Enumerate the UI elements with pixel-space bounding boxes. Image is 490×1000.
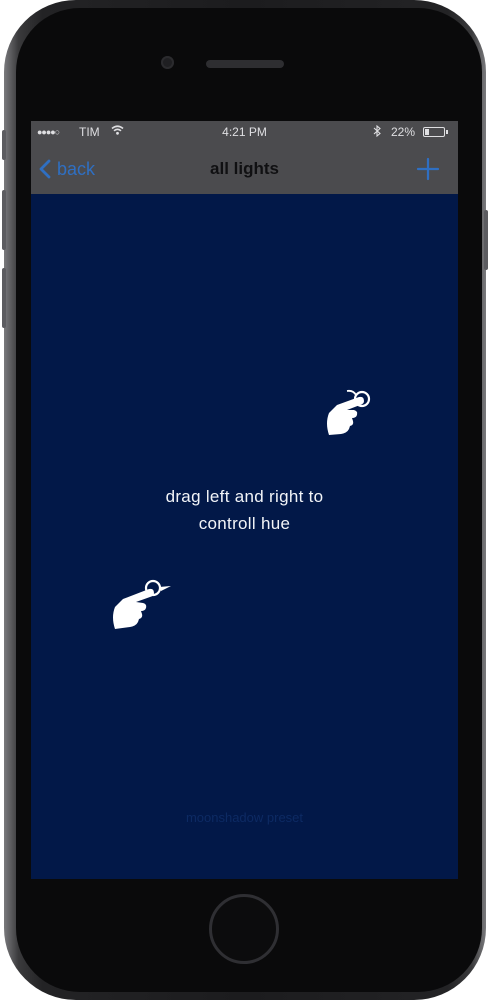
status-bar: ●●●●○ TIM 4:21 PM 22% [31,121,458,143]
side-button-power [484,210,488,270]
hint-line-1: drag left and right to [165,487,324,506]
side-button-mute [2,130,6,160]
front-camera [161,56,174,69]
bluetooth-icon [373,124,381,140]
swipe-right-hand-icon [327,389,371,435]
battery-fill [425,129,429,135]
add-button[interactable] [416,157,440,181]
hint-line-2: controll hue [198,514,291,533]
plus-icon [416,157,440,181]
hue-hint-text: drag left and right to controll hue [31,483,458,537]
earpiece-speaker [206,60,284,68]
battery-percentage: 22% [391,125,416,139]
app-screen[interactable]: ●●●●○ TIM 4:21 PM 22% back all lights dr… [31,121,458,879]
preset-label: moonshadow preset [185,810,304,825]
battery-tip [446,130,448,134]
swipe-left-hand-icon [113,579,171,629]
home-button[interactable] [209,894,279,964]
side-button-volume-up [2,190,6,250]
side-button-volume-down [2,268,6,328]
page-title: all lights [210,159,279,178]
battery-icon [423,127,445,137]
navigation-bar: back all lights [31,143,458,194]
